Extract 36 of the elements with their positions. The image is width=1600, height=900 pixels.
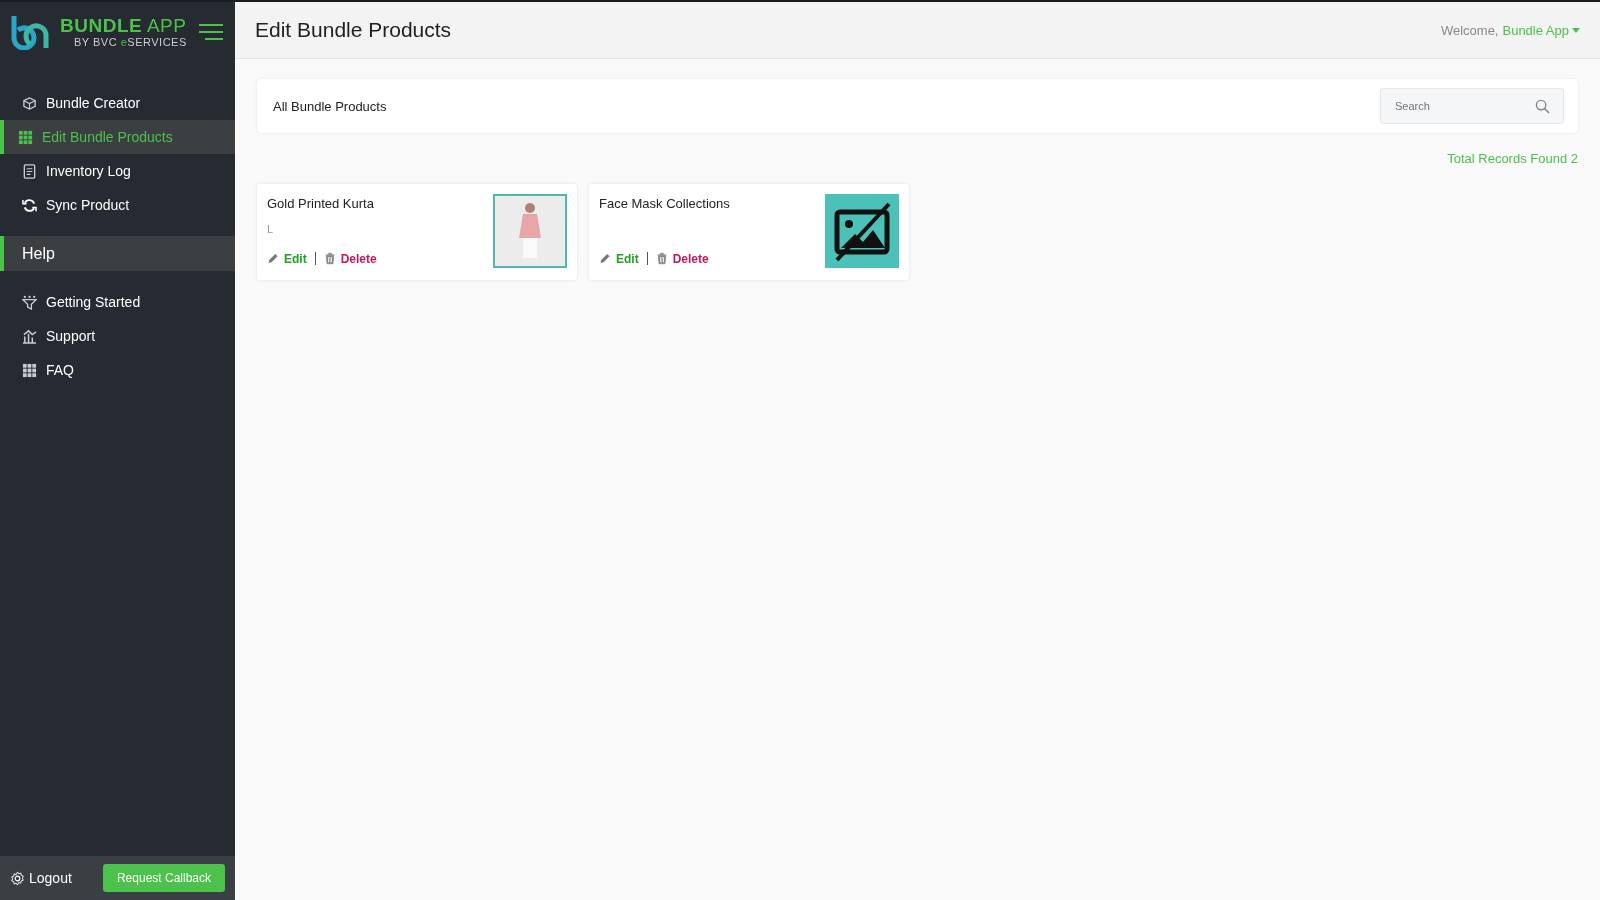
logo-title: BUNDLE APP — [60, 16, 188, 36]
pencil-icon — [267, 251, 279, 266]
panel-title: All Bundle Products — [273, 98, 387, 114]
sync-icon — [22, 197, 37, 213]
sidebar-item[interactable]: Inventory Log — [0, 154, 235, 188]
delete-link[interactable]: Delete — [323, 251, 377, 266]
sidebar-item[interactable]: Sync Product — [0, 188, 235, 222]
trash-icon — [655, 251, 668, 266]
pencil-icon — [599, 251, 611, 266]
sidebar-item[interactable]: Getting Started — [0, 285, 235, 319]
product-variant: L — [267, 223, 275, 235]
sidebar-item[interactable]: Bundle Creator — [0, 86, 235, 120]
caret-icon — [1572, 27, 1580, 33]
welcome-text: Welcome, — [1440, 22, 1499, 38]
bar-chart-icon — [22, 328, 37, 344]
search-field[interactable]: Search — [1380, 88, 1564, 124]
sidebar-item[interactable]: FAQ — [0, 353, 235, 387]
box-icon — [22, 95, 37, 111]
funnel-icon — [22, 294, 37, 310]
section-header: Help — [0, 236, 235, 271]
logout-button[interactable]: Logout — [10, 870, 72, 886]
product-name: Face Mask Collections — [599, 196, 730, 211]
grid-icon — [18, 129, 33, 145]
product-name: Gold Printed Kurta — [267, 196, 375, 211]
logo-subtitle: BY BVC eSERVICES — [74, 36, 188, 48]
grid-icon — [22, 362, 37, 378]
menu-icon[interactable] — [199, 23, 223, 41]
trash-icon — [323, 251, 336, 266]
record-count: Total Records Found 2 — [1447, 151, 1578, 166]
settings-icon — [10, 870, 25, 886]
sidebar-item[interactable]: Edit Bundle Products — [0, 120, 235, 154]
search-icon — [1535, 99, 1550, 114]
page-title: Edit Bundle Products — [255, 18, 452, 42]
sidebar-item[interactable]: Support — [0, 319, 235, 353]
delete-link[interactable]: Delete — [655, 251, 709, 266]
document-icon — [22, 163, 37, 179]
